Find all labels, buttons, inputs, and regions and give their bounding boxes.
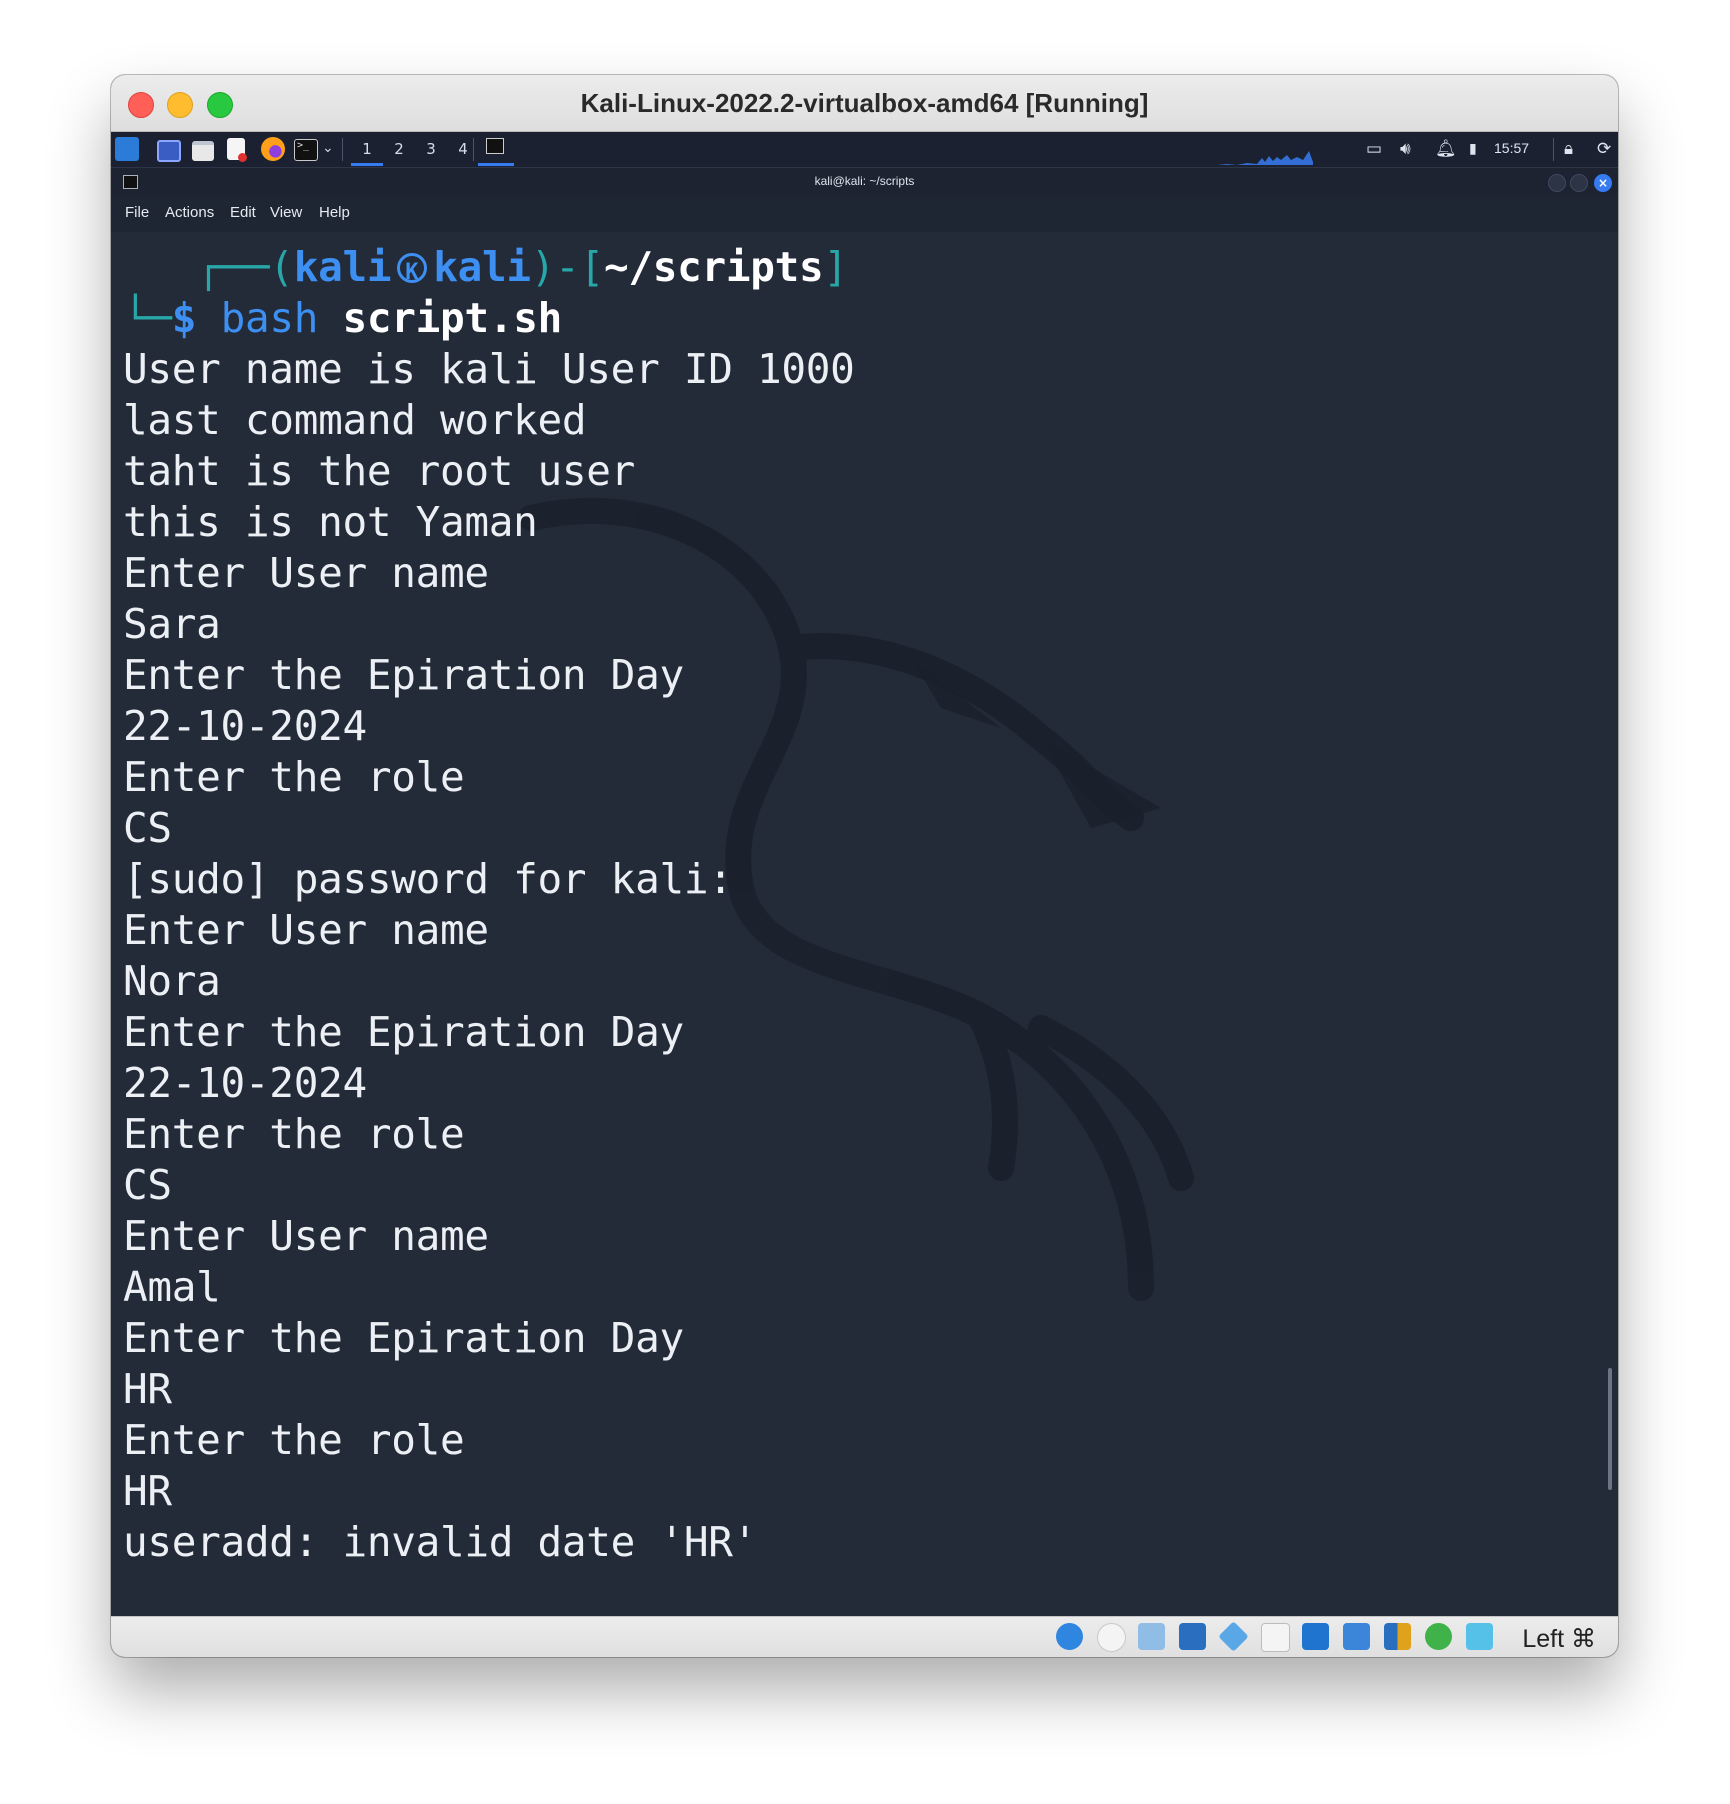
output-line: HR: [123, 1365, 172, 1413]
output-line: this is not Yaman: [123, 498, 538, 546]
terminal-output[interactable]: ┌──(kalikali)-[~/scripts] └─$ bash scrip…: [123, 242, 1598, 1568]
workspace-4[interactable]: 4: [447, 132, 479, 166]
video-capture-icon[interactable]: [1343, 1623, 1370, 1650]
optical-drive-icon[interactable]: [1097, 1623, 1126, 1652]
menu-edit[interactable]: Edit: [230, 204, 256, 221]
kali-skull-icon: [397, 247, 428, 298]
audio-icon[interactable]: [1138, 1623, 1165, 1650]
output-line: Enter User name: [123, 1212, 489, 1260]
text-editor-icon[interactable]: [227, 138, 247, 162]
host-key-label[interactable]: Left ⌘: [1522, 1624, 1596, 1654]
file-manager-icon[interactable]: [192, 141, 214, 161]
output-line: [sudo] password for kali:: [123, 855, 733, 903]
terminal-launcher-icon[interactable]: [294, 139, 318, 161]
window-titlebar[interactable]: Kali-Linux-2022.2-virtualbox-amd64 [Runn…: [111, 75, 1618, 132]
kali-menu-icon[interactable]: [115, 137, 139, 161]
lock-icon[interactable]: 🔒︎: [1564, 139, 1573, 159]
output-line: Enter the Epiration Day: [123, 1008, 684, 1056]
terminal-menubar: File Actions Edit View Help: [111, 196, 1618, 232]
terminal-scrollbar[interactable]: [1608, 1368, 1612, 1490]
chevron-down-icon[interactable]: ⌄: [322, 140, 334, 156]
workspace-2[interactable]: 2: [383, 132, 415, 166]
window-title: Kali-Linux-2022.2-virtualbox-amd64 [Runn…: [580, 88, 1149, 118]
prompt-line-2: └─$ bash script.sh: [123, 294, 563, 342]
output-line: Nora: [123, 957, 221, 1005]
display-icon[interactable]: ▭: [1366, 139, 1382, 159]
output-line: Enter the role: [123, 1416, 465, 1464]
notification-bell-icon[interactable]: 🔔︎: [1435, 139, 1457, 159]
workspace-1[interactable]: 1: [351, 132, 383, 166]
cpu-graph: [1217, 151, 1313, 165]
panel-clock[interactable]: 15:57: [1494, 140, 1529, 156]
output-line: Sara: [123, 600, 221, 648]
virtualbox-window: Kali-Linux-2022.2-virtualbox-amd64 [Runn…: [111, 75, 1618, 1657]
prompt-path: ~/scripts: [603, 243, 824, 291]
panel-separator: [1553, 138, 1554, 161]
terminal-window[interactable]: kali@kali: ~/scripts × File Actions Edit…: [111, 168, 1618, 1617]
output-line: Enter the Epiration Day: [123, 651, 684, 699]
output-line: CS: [123, 804, 172, 852]
panel-separator: [473, 138, 474, 161]
output-line: 22-10-2024: [123, 702, 367, 750]
terminal-close-button[interactable]: ×: [1594, 174, 1612, 192]
output-line: User name is kali User ID 1000: [123, 345, 855, 393]
menu-view[interactable]: View: [270, 204, 302, 221]
menu-actions[interactable]: Actions: [165, 204, 214, 221]
mouse-integration-icon[interactable]: [1425, 1623, 1452, 1650]
output-line: Enter the role: [123, 753, 465, 801]
output-line: useradd: invalid date 'HR': [123, 1518, 757, 1566]
output-line: Enter User name: [123, 549, 489, 597]
hard-disk-icon[interactable]: [1056, 1623, 1083, 1650]
keyboard-capture-icon[interactable]: [1466, 1623, 1493, 1650]
taskbar-terminal-button[interactable]: [478, 132, 514, 166]
shared-folders-icon[interactable]: [1261, 1623, 1290, 1652]
output-line: Enter the Epiration Day: [123, 1314, 684, 1362]
firefox-icon[interactable]: [261, 137, 285, 161]
menu-help[interactable]: Help: [319, 204, 350, 221]
output-line: CS: [123, 1161, 172, 1209]
display-settings-icon[interactable]: [1302, 1623, 1329, 1650]
cpu-indicator-icon[interactable]: [1384, 1623, 1411, 1650]
output-line: Amal: [123, 1263, 221, 1311]
terminal-minimize-button[interactable]: [1548, 174, 1566, 192]
terminal-icon: [486, 138, 504, 154]
menu-file[interactable]: File: [125, 204, 149, 221]
command-arg: script.sh: [342, 294, 563, 342]
output-line: 22-10-2024: [123, 1059, 367, 1107]
output-line: HR: [123, 1467, 172, 1515]
virtualbox-statusbar: Left ⌘: [111, 1616, 1618, 1657]
power-icon[interactable]: ⟳: [1597, 139, 1611, 159]
terminal-maximize-button[interactable]: [1570, 174, 1588, 192]
terminal-title: kali@kali: ~/scripts: [814, 174, 915, 188]
workspace-3[interactable]: 3: [415, 132, 447, 166]
terminal-titlebar[interactable]: kali@kali: ~/scripts ×: [111, 168, 1618, 196]
show-desktop-icon[interactable]: [157, 140, 181, 162]
prompt-user: kali: [293, 243, 392, 291]
xfce-panel: ⌄ 1 2 3 4 ▭ 🔊︎ 🔔︎ ▮ 15:57 🔒︎ ⟳: [111, 132, 1618, 168]
volume-icon[interactable]: 🔊︎: [1400, 139, 1411, 159]
prompt-symbol: $: [171, 294, 197, 342]
output-line: Enter User name: [123, 906, 489, 954]
panel-separator: [342, 138, 343, 161]
battery-icon[interactable]: ▮: [1469, 139, 1477, 159]
command-name: bash: [220, 294, 319, 342]
output-line: taht is the root user: [123, 447, 636, 495]
network-icon[interactable]: [1179, 1623, 1206, 1650]
prompt-host: kali: [433, 243, 531, 291]
output-line: last command worked: [123, 396, 587, 444]
prompt-line-1: ┌──(kalikali)-[~/scripts]: [123, 242, 1598, 298]
output-line: Enter the role: [123, 1110, 465, 1158]
usb-icon[interactable]: [1218, 1621, 1249, 1652]
